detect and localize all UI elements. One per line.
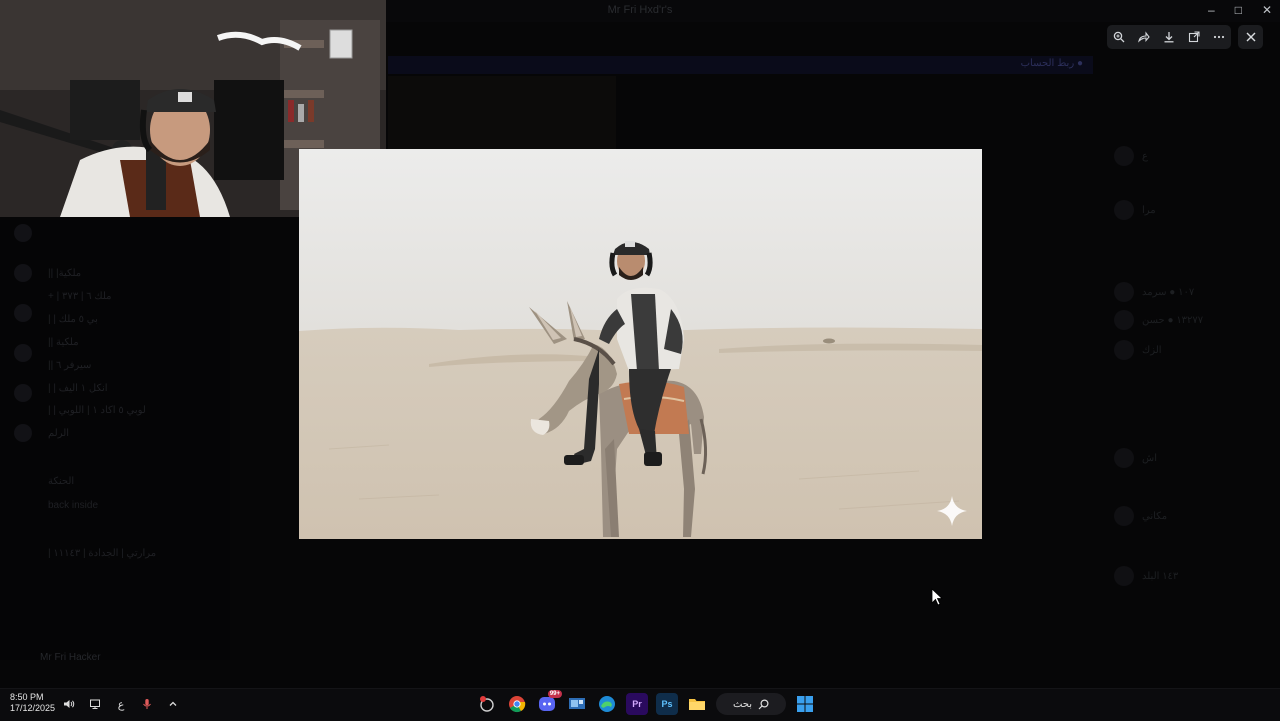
- search-label: بحث: [732, 698, 753, 710]
- taskbar-app-recording[interactable]: [476, 693, 498, 715]
- member-name: ع: [1142, 150, 1148, 162]
- member-name: مرا: [1142, 204, 1156, 216]
- channel-item[interactable]: || |ملكية: [48, 268, 81, 279]
- start-button[interactable]: [794, 693, 816, 715]
- avatar: [1114, 200, 1134, 220]
- avatar: [1114, 506, 1134, 526]
- open-external-icon[interactable]: [1183, 26, 1205, 48]
- channel-item[interactable]: || سيرفر ٦: [48, 360, 91, 371]
- input-language-indicator[interactable]: ع: [114, 697, 128, 711]
- share-icon[interactable]: [1133, 26, 1155, 48]
- message-image-thumbnail: [388, 76, 616, 150]
- member-name: اش: [1142, 452, 1157, 464]
- member-item[interactable]: اش: [1114, 448, 1157, 468]
- member-item[interactable]: مكاني: [1114, 506, 1167, 526]
- avatar: [1114, 448, 1134, 468]
- discord-badge: 99+: [547, 690, 562, 698]
- taskbar-app-premiere[interactable]: Pr: [626, 693, 648, 715]
- image-viewer-toolbar: [1107, 25, 1231, 49]
- member-name: الزك: [1142, 344, 1162, 356]
- network-icon[interactable]: [88, 697, 102, 711]
- taskbar-app-chrome[interactable]: [506, 693, 528, 715]
- windows-logo-icon: [797, 696, 813, 712]
- avatar: [1114, 282, 1134, 302]
- taskbar-app-file-explorer[interactable]: [686, 693, 708, 715]
- member-name: مكاني: [1142, 510, 1168, 522]
- channel-item[interactable]: | | بي ٥ ملك: [48, 314, 98, 325]
- taskbar-app-edge[interactable]: [596, 693, 618, 715]
- window-close-icon[interactable]: ✕: [1262, 3, 1272, 17]
- member-name: ١٤٣ البلد: [1142, 570, 1179, 582]
- taskbar-app-photoshop[interactable]: Ps: [656, 693, 678, 715]
- download-icon[interactable]: [1158, 26, 1180, 48]
- server-icon[interactable]: [14, 264, 32, 282]
- channel-item[interactable]: + | ملك ٦ | ٣٧٣: [48, 291, 112, 302]
- folder-icon: [689, 699, 705, 710]
- chevron-up-icon[interactable]: [166, 697, 180, 711]
- banner-text: ربط الحساب ●: [1020, 58, 1083, 69]
- photoshop-icon: Ps: [661, 699, 673, 709]
- system-clock[interactable]: 8:50 PM 17/12/2025: [10, 692, 55, 714]
- task-view-icon: [569, 698, 585, 709]
- member-item[interactable]: الزك: [1114, 340, 1162, 360]
- premiere-icon: Pr: [632, 699, 642, 709]
- clock-date: 17/12/2025: [10, 703, 56, 713]
- taskbar-app-discord[interactable]: 99+: [536, 690, 562, 715]
- system-tray: ع: [62, 697, 180, 711]
- avatar: [1114, 146, 1134, 166]
- window-controls: – □ ✕: [1208, 3, 1272, 17]
- member-item[interactable]: مرا: [1114, 200, 1156, 220]
- channel-item[interactable]: back inside: [48, 500, 98, 511]
- server-icon[interactable]: [14, 224, 32, 242]
- channel-item[interactable]: الرلم: [48, 428, 69, 439]
- maximize-icon[interactable]: □: [1235, 3, 1242, 17]
- microphone-icon[interactable]: [140, 697, 154, 711]
- member-name: ١٠٧ ● سرمد: [1142, 286, 1195, 298]
- minimize-icon[interactable]: –: [1208, 3, 1215, 17]
- enlarged-image[interactable]: [299, 149, 982, 539]
- zoom-in-icon[interactable]: [1108, 26, 1130, 48]
- channel-item[interactable]: | | لوبي ٥ اكاد ١ | اللوبي: [48, 405, 146, 416]
- close-icon: [1246, 32, 1255, 42]
- mouse-cursor-icon: [931, 588, 943, 606]
- channel-item[interactable]: الحنكة: [48, 476, 74, 487]
- taskbar-search[interactable]: بحث: [716, 693, 786, 715]
- volume-icon[interactable]: [62, 697, 76, 711]
- taskbar: 8:50 PM 17/12/2025 ع 99+ Pr Ps بحث: [0, 688, 1280, 721]
- photo-man-riding-donkey: [299, 149, 982, 539]
- server-icon[interactable]: [14, 424, 32, 442]
- member-item[interactable]: ١٣٢٧٧ ● حسن: [1114, 310, 1203, 330]
- record-indicator-icon: [480, 696, 494, 712]
- member-item[interactable]: ع: [1114, 146, 1148, 166]
- notice-banner: ربط الحساب ●: [388, 56, 1093, 74]
- avatar: [1114, 310, 1134, 330]
- channel-item[interactable]: | مرارتي | الجدادة | ١١١٤٣: [48, 548, 156, 559]
- member-item[interactable]: ١٤٣ البلد: [1114, 566, 1178, 586]
- server-icon[interactable]: [14, 304, 32, 322]
- clock-time: 8:50 PM: [10, 692, 44, 702]
- search-icon: [758, 698, 769, 709]
- server-icon[interactable]: [14, 384, 32, 402]
- chrome-icon: [509, 696, 526, 713]
- avatar: [1114, 566, 1134, 586]
- user-panel-name: Mr Fri Hacker: [40, 652, 101, 663]
- close-viewer-button[interactable]: [1238, 25, 1263, 49]
- server-icon[interactable]: [14, 344, 32, 362]
- more-icon[interactable]: [1208, 26, 1230, 48]
- member-item[interactable]: ١٠٧ ● سرمد: [1114, 282, 1194, 302]
- taskbar-apps: 99+ Pr Ps بحث: [476, 690, 816, 715]
- server-rail: [14, 224, 36, 442]
- avatar: [1114, 340, 1134, 360]
- channel-item[interactable]: | | انكل ١ اليف: [48, 383, 108, 394]
- member-list: ع مرا ١٠٧ ● سرمد ١٣٢٧٧ ● حسن الزك اش مكا…: [1110, 60, 1280, 680]
- channel-item[interactable]: || ملكية: [48, 337, 79, 348]
- member-name: ١٣٢٧٧ ● حسن: [1142, 314, 1204, 326]
- taskbar-app-task-view[interactable]: [566, 693, 588, 715]
- edge-icon: [599, 696, 615, 712]
